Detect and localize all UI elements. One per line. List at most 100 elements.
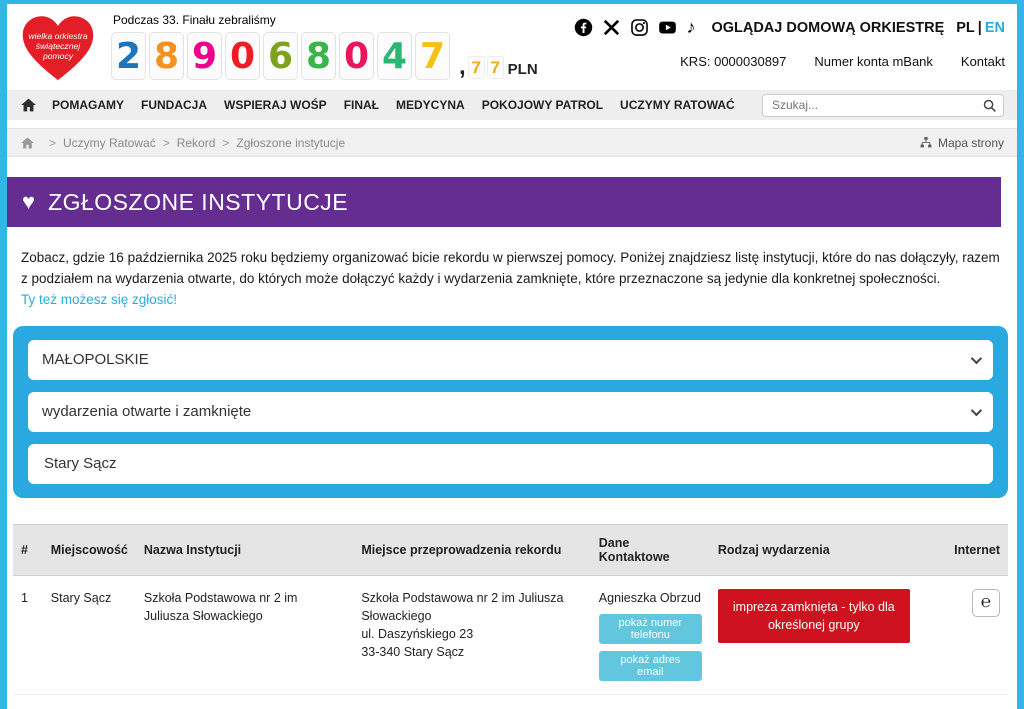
site-header: wielka orkiestra świątecznej pomocy Podc… xyxy=(7,4,1017,90)
show-phone-button[interactable]: pokaż numer telefonu xyxy=(599,614,702,644)
svg-text:pomocy: pomocy xyxy=(42,51,74,61)
breadcrumb-item-uczymy-ratowac[interactable]: Uczymy Ratować xyxy=(63,136,156,150)
page-banner: ♥ ZGŁOSZONE INSTYTUCJE xyxy=(7,177,1001,227)
breadcrumb-separator: > xyxy=(49,136,56,150)
col-header-num: # xyxy=(13,524,43,575)
table-header-row: # Miejscowość Nazwa Instytucji Miejsce p… xyxy=(13,524,1008,575)
main-nav: POMAGAMY FUNDACJA WSPIERAJ WOŚP FINAŁ ME… xyxy=(7,90,1017,120)
cell-internet: ℮ xyxy=(938,575,1008,694)
col-header-contact: Dane Kontaktowe xyxy=(591,524,710,575)
spacer xyxy=(7,120,1017,128)
facebook-icon[interactable] xyxy=(574,18,593,37)
event-type-select-value: wydarzenia otwarte i zamknięte xyxy=(42,403,251,420)
chevron-down-icon xyxy=(971,405,982,416)
search-input[interactable] xyxy=(762,94,1004,117)
bank-account-link[interactable]: Numer konta mBank xyxy=(814,54,933,69)
chevron-down-icon xyxy=(971,353,982,364)
breadcrumb: > Uczymy Ratować > Rekord > Zgłoszone in… xyxy=(7,128,1017,157)
col-header-event-type: Rodzaj wydarzenia xyxy=(710,524,939,575)
results-section: # Miejscowość Nazwa Instytucji Miejsce p… xyxy=(13,524,1008,695)
sitemap-icon xyxy=(919,136,933,149)
breadcrumb-item-rekord[interactable]: Rekord xyxy=(177,136,216,150)
counter-digit: 9 xyxy=(187,32,222,80)
counter-currency: PLN xyxy=(508,61,538,78)
heart-icon: ♥ xyxy=(22,191,35,213)
show-email-button[interactable]: pokaż adres email xyxy=(599,651,702,681)
filter-panel: MAŁOPOLSKIE wydarzenia otwarte i zamknię… xyxy=(13,326,1008,498)
counter-digit: 2 xyxy=(111,32,146,80)
sitemap-label: Mapa strony xyxy=(938,136,1004,150)
tiktok-icon[interactable]: ♪ xyxy=(686,18,695,37)
donation-counter: Podczas 33. Finału zebraliśmy 2 8 9 0 6 … xyxy=(111,12,538,80)
nav-item-uczymy-ratowac[interactable]: UCZYMY RATOWAĆ xyxy=(620,98,735,112)
contact-link[interactable]: Kontakt xyxy=(961,54,1005,69)
page-frame: wielka orkiestra świątecznej pomocy Podc… xyxy=(0,0,1024,709)
contact-name: Agnieszka Obrzud xyxy=(599,589,702,607)
city-search-input[interactable] xyxy=(42,454,979,473)
counter-decimal-digit: 7 xyxy=(487,56,504,79)
counter-label: Podczas 33. Finału zebraliśmy xyxy=(113,13,538,27)
cell-contact: Agnieszka Obrzud pokaż numer telefonu po… xyxy=(591,575,710,694)
region-select-value: MAŁOPOLSKIE xyxy=(42,351,149,368)
counter-digit: 4 xyxy=(377,32,412,80)
col-header-institution: Nazwa Instytucji xyxy=(136,524,353,575)
cell-city: Stary Sącz xyxy=(43,575,136,694)
counter-decimal-digit: 7 xyxy=(468,56,485,79)
breadcrumb-item-zgloszone-instytucje: Zgłoszone instytucje xyxy=(236,136,345,150)
counter-comma: , xyxy=(459,55,466,79)
col-header-city: Miejscowość xyxy=(43,524,136,575)
intro-paragraph: Zobacz, gdzie 16 października 2025 roku … xyxy=(21,248,1003,311)
counter-digit: 8 xyxy=(301,32,336,80)
lang-pl[interactable]: PL xyxy=(956,20,975,36)
nav-item-pokojowy-patrol[interactable]: POKOJOWY PATROL xyxy=(482,98,603,112)
counter-digit: 0 xyxy=(339,32,374,80)
site-search xyxy=(762,94,1004,117)
place-line: 33-340 Stary Sącz xyxy=(361,643,582,661)
lang-divider: | xyxy=(978,20,982,36)
counter-digit: 8 xyxy=(149,32,184,80)
cell-event-type: impreza zamknięta - tylko dla określonej… xyxy=(710,575,939,694)
table-row: 1 Stary Sącz Szkoła Podstawowa nr 2 im J… xyxy=(13,575,1008,694)
krs-number: KRS: 0000030897 xyxy=(680,54,786,69)
svg-text:świątecznej: świątecznej xyxy=(36,41,82,51)
search-icon[interactable] xyxy=(982,98,997,113)
nav-item-medycyna[interactable]: MEDYCYNA xyxy=(396,98,465,112)
event-type-badge[interactable]: impreza zamknięta - tylko dla określonej… xyxy=(718,589,910,643)
instagram-icon[interactable] xyxy=(630,18,649,37)
counter-digit: 7 xyxy=(415,32,450,80)
cell-institution: Szkoła Podstawowa nr 2 im Juliusza Słowa… xyxy=(136,575,353,694)
event-type-select[interactable]: wydarzenia otwarte i zamknięte xyxy=(28,392,993,432)
institutions-table: # Miejscowość Nazwa Instytucji Miejsce p… xyxy=(13,524,1008,695)
counter-digit: 0 xyxy=(225,32,260,80)
signup-link[interactable]: Ty też możesz się zgłosić! xyxy=(21,292,177,307)
sitemap-link[interactable]: Mapa strony xyxy=(919,136,1004,150)
breadcrumb-separator: > xyxy=(163,136,170,150)
breadcrumb-separator: > xyxy=(222,136,229,150)
city-search-field xyxy=(28,444,993,484)
cell-num: 1 xyxy=(13,575,43,694)
intro-text: Zobacz, gdzie 16 października 2025 roku … xyxy=(21,250,1000,286)
region-select[interactable]: MAŁOPOLSKIE xyxy=(28,340,993,380)
nav-item-fundacja[interactable]: FUNDACJA xyxy=(141,98,207,112)
page-title: ZGŁOSZONE INSTYTUCJE xyxy=(48,189,348,216)
breadcrumb-home-icon[interactable] xyxy=(20,136,35,150)
language-switcher: PL|EN xyxy=(956,20,1005,36)
nav-item-final[interactable]: FINAŁ xyxy=(344,98,379,112)
lang-en[interactable]: EN xyxy=(985,20,1005,36)
home-icon[interactable] xyxy=(20,97,37,113)
youtube-icon[interactable] xyxy=(658,18,677,37)
social-icons: ♪ xyxy=(574,18,695,37)
col-header-place: Miejsce przeprowadzenia rekordu xyxy=(353,524,590,575)
website-link-icon[interactable]: ℮ xyxy=(972,589,1000,617)
x-icon[interactable] xyxy=(602,18,621,37)
watch-home-orchestra-link[interactable]: OGLĄDAJ DOMOWĄ ORKIESTRĘ xyxy=(711,20,944,36)
cell-place: Szkoła Podstawowa nr 2 im Juliusza Słowa… xyxy=(353,575,590,694)
svg-text:wielka orkiestra: wielka orkiestra xyxy=(28,31,87,41)
heart-logo-icon: wielka orkiestra świątecznej pomocy xyxy=(17,12,99,86)
nav-item-pomagamy[interactable]: POMAGAMY xyxy=(52,98,124,112)
place-line: ul. Daszyńskiego 23 xyxy=(361,625,582,643)
counter-digit: 6 xyxy=(263,32,298,80)
place-line: Szkoła Podstawowa nr 2 im Juliusza Słowa… xyxy=(361,589,582,625)
wosp-heart-logo[interactable]: wielka orkiestra świątecznej pomocy xyxy=(17,12,99,86)
nav-item-wspieraj-wosp[interactable]: WSPIERAJ WOŚP xyxy=(224,98,327,112)
